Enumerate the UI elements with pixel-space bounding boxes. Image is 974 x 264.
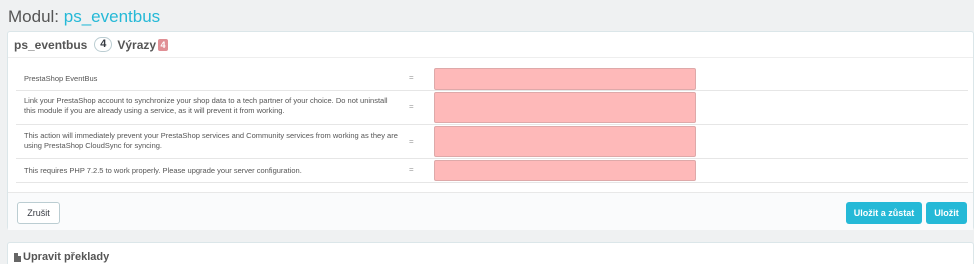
edit-translations-title: Upravit překlady [23, 251, 110, 263]
panel-footer: Zrušit Uložit a zůstat Uložit [8, 192, 973, 230]
source-text: PrestaShop EventBus [24, 74, 98, 83]
save-and-stay-button[interactable]: Uložit a zůstat [846, 202, 922, 224]
expressions-badge: 4 [158, 38, 169, 51]
source-text: Link your PrestaShop account to synchron… [24, 96, 388, 115]
translation-input[interactable] [434, 160, 696, 181]
panel-heading-title: ps_eventbus [14, 37, 88, 52]
count-badge: 4 [94, 37, 113, 52]
translation-input[interactable] [434, 68, 696, 90]
translation-row: PrestaShop EventBus = [16, 68, 968, 91]
page-title: Modul: ps_eventbus [8, 7, 160, 27]
translations-panel: ps_eventbus 4 Výrazy 4 PrestaShop EventB… [7, 31, 974, 230]
edit-translations-panel: Upravit překlady [7, 242, 974, 264]
translation-input[interactable] [434, 126, 696, 157]
translation-row: This requires PHP 7.2.5 to work properly… [16, 159, 968, 183]
panel-heading: ps_eventbus 4 Výrazy 4 [8, 32, 973, 58]
equals-icon: = [409, 165, 414, 174]
equals-icon: = [409, 73, 414, 82]
equals-icon: = [409, 137, 414, 146]
translation-input[interactable] [434, 92, 696, 123]
expressions-label: Výrazy [117, 37, 157, 52]
cancel-button[interactable]: Zrušit [17, 202, 60, 224]
page-title-prefix: Modul: [8, 7, 60, 26]
source-text: This requires PHP 7.2.5 to work properly… [24, 166, 302, 175]
translation-row: Link your PrestaShop account to synchron… [16, 91, 968, 125]
equals-icon: = [409, 102, 414, 111]
translation-row: This action will immediately prevent you… [16, 125, 968, 159]
save-button[interactable]: Uložit [926, 202, 967, 224]
document-icon [14, 252, 21, 262]
source-text: This action will immediately prevent you… [24, 131, 398, 150]
edit-translations-heading: Upravit překlady [14, 251, 109, 263]
module-name: ps_eventbus [63, 7, 161, 26]
